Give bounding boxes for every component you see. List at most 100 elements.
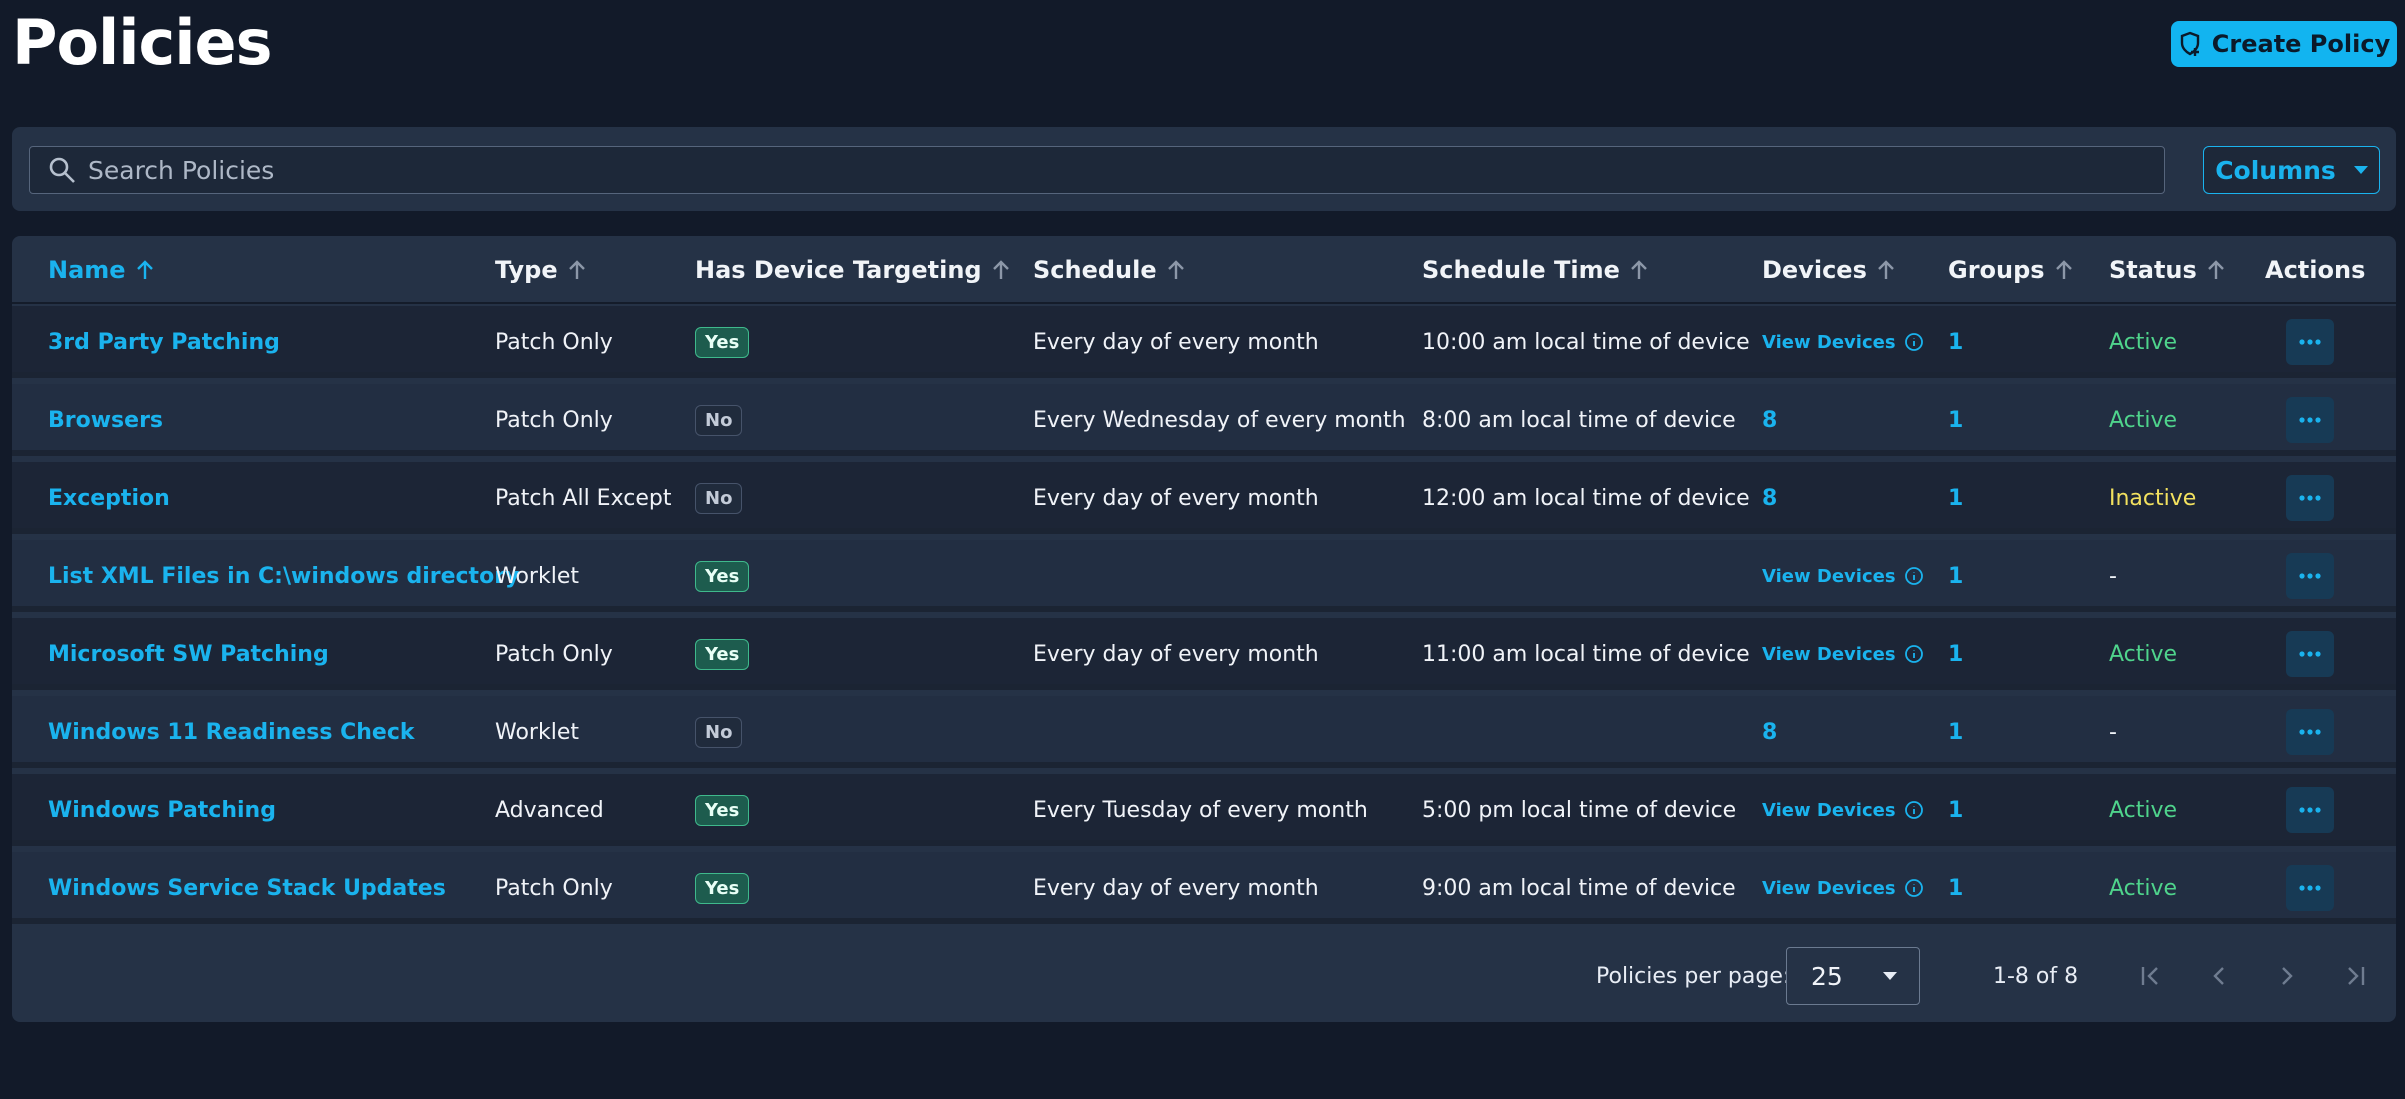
group-count-link[interactable]: 1 [1948, 330, 1963, 355]
per-page-label: Policies per page: [1596, 963, 1791, 989]
column-header-groups[interactable]: Groups [1948, 236, 2073, 304]
policy-name-link[interactable]: Exception [48, 486, 170, 511]
row-actions-button[interactable] [2286, 475, 2334, 521]
policy-name-link[interactable]: 3rd Party Patching [48, 330, 280, 355]
column-header-schedule-time[interactable]: Schedule Time [1422, 236, 1648, 304]
view-devices-link[interactable]: View Devices [1762, 644, 1924, 665]
policy-name-link[interactable]: Browsers [48, 408, 163, 433]
group-count-link[interactable]: 1 [1948, 876, 1963, 901]
group-count-link[interactable]: 1 [1948, 798, 1963, 823]
status-text: Active [2109, 407, 2178, 433]
device-targeting-badge: Yes [695, 638, 750, 670]
info-icon [1904, 332, 1924, 352]
table-pagination: Policies per page: 25 1-8 of 8 [12, 930, 2396, 1022]
sort-arrow-up-icon [2207, 260, 2225, 280]
first-page-button[interactable] [2131, 956, 2171, 996]
chevron-right-icon [2279, 965, 2295, 987]
search-box[interactable] [29, 146, 2165, 194]
columns-button[interactable]: Columns [2203, 146, 2380, 194]
columns-label: Columns [2215, 155, 2336, 185]
device-count-link[interactable]: 8 [1762, 486, 1777, 511]
policy-schedule-time: 8:00 am local time of device [1422, 407, 1736, 433]
row-actions-button[interactable] [2286, 865, 2334, 911]
more-horizontal-icon [2299, 495, 2321, 501]
sort-arrow-up-icon [2055, 260, 2073, 280]
view-devices-link[interactable]: View Devices [1762, 332, 1924, 353]
row-actions-button[interactable] [2286, 631, 2334, 677]
view-devices-link[interactable]: View Devices [1762, 878, 1924, 899]
policy-type: Patch Only [495, 641, 613, 667]
last-page-button[interactable] [2335, 956, 2375, 996]
status-text: Active [2109, 797, 2178, 823]
column-header-name[interactable]: Name [48, 236, 154, 304]
view-devices-link[interactable]: View Devices [1762, 800, 1924, 821]
sort-arrow-up-icon [1167, 260, 1185, 280]
policies-table: Name Type Has Device Targeting Schedule … [12, 236, 2396, 1022]
per-page-select[interactable]: 25 [1786, 947, 1920, 1005]
info-icon [1904, 566, 1924, 586]
policy-schedule: Every day of every month [1033, 875, 1319, 901]
policy-name-link[interactable]: Microsoft SW Patching [48, 642, 329, 667]
column-header-type[interactable]: Type [495, 236, 586, 304]
more-horizontal-icon [2299, 417, 2321, 423]
device-targeting-badge: Yes [695, 872, 750, 904]
group-count-link[interactable]: 1 [1948, 642, 1963, 667]
row-actions-button[interactable] [2286, 709, 2334, 755]
policy-type: Patch Only [495, 875, 613, 901]
device-targeting-badge: No [695, 716, 743, 748]
chevron-left-icon [2211, 965, 2227, 987]
device-targeting-badge: Yes [695, 326, 750, 358]
row-actions-button[interactable] [2286, 553, 2334, 599]
next-page-button[interactable] [2267, 956, 2307, 996]
device-count-link[interactable]: 8 [1762, 408, 1777, 433]
group-count-link[interactable]: 1 [1948, 720, 1963, 745]
policy-type: Patch Only [495, 329, 613, 355]
info-icon [1904, 644, 1924, 664]
policy-name-link[interactable]: List XML Files in C:\windows directory [48, 564, 519, 589]
status-text: - [2109, 719, 2117, 745]
policy-type: Worklet [495, 563, 579, 589]
group-count-link[interactable]: 1 [1948, 486, 1963, 511]
policy-schedule-time: 11:00 am local time of device [1422, 641, 1750, 667]
device-count-link[interactable]: 8 [1762, 720, 1777, 745]
caret-down-icon [1883, 972, 1897, 980]
column-header-devices[interactable]: Devices [1762, 236, 1895, 304]
create-policy-label: Create Policy [2211, 30, 2391, 58]
row-actions-button[interactable] [2286, 319, 2334, 365]
per-page-value: 25 [1811, 961, 1843, 991]
group-count-link[interactable]: 1 [1948, 564, 1963, 589]
previous-page-button[interactable] [2199, 956, 2239, 996]
status-text: - [2109, 563, 2117, 589]
row-actions-button[interactable] [2286, 787, 2334, 833]
table-row: Microsoft SW Patching Patch Only Yes Every … [12, 618, 2396, 690]
shield-plus-icon [2178, 31, 2202, 57]
column-header-status[interactable]: Status [2109, 236, 2225, 304]
info-icon [1904, 878, 1924, 898]
table-row: Browsers Patch Only No Every Wednesday of e… [12, 384, 2396, 456]
sort-arrow-up-icon [136, 260, 154, 280]
column-header-schedule[interactable]: Schedule [1033, 236, 1185, 304]
policy-name-link[interactable]: Windows Patching [48, 798, 276, 823]
more-horizontal-icon [2299, 651, 2321, 657]
pagination-range: 1-8 of 8 [1993, 963, 2079, 989]
create-policy-button[interactable]: Create Policy [2171, 21, 2397, 67]
policy-type: Worklet [495, 719, 579, 745]
table-row: Windows Patching Advanced Yes Every Tuesday… [12, 774, 2396, 846]
last-page-icon [2343, 965, 2367, 987]
row-actions-button[interactable] [2286, 397, 2334, 443]
policy-name-link[interactable]: Windows 11 Readiness Check [48, 720, 415, 745]
policy-schedule-time: 5:00 pm local time of device [1422, 797, 1737, 823]
policy-type: Patch Only [495, 407, 613, 433]
info-icon [1904, 800, 1924, 820]
column-header-has-device-targeting[interactable]: Has Device Targeting [695, 236, 1010, 304]
policy-name-link[interactable]: Windows Service Stack Updates [48, 876, 446, 901]
more-horizontal-icon [2299, 807, 2321, 813]
policy-schedule: Every day of every month [1033, 329, 1319, 355]
view-devices-link[interactable]: View Devices [1762, 566, 1924, 587]
table-row: List XML Files in C:\windows directory Wo… [12, 540, 2396, 612]
policy-type: Patch All Except [495, 485, 672, 511]
group-count-link[interactable]: 1 [1948, 408, 1963, 433]
policy-schedule-time: 12:00 am local time of device [1422, 485, 1750, 511]
search-input[interactable] [88, 155, 2088, 185]
first-page-icon [2139, 965, 2163, 987]
